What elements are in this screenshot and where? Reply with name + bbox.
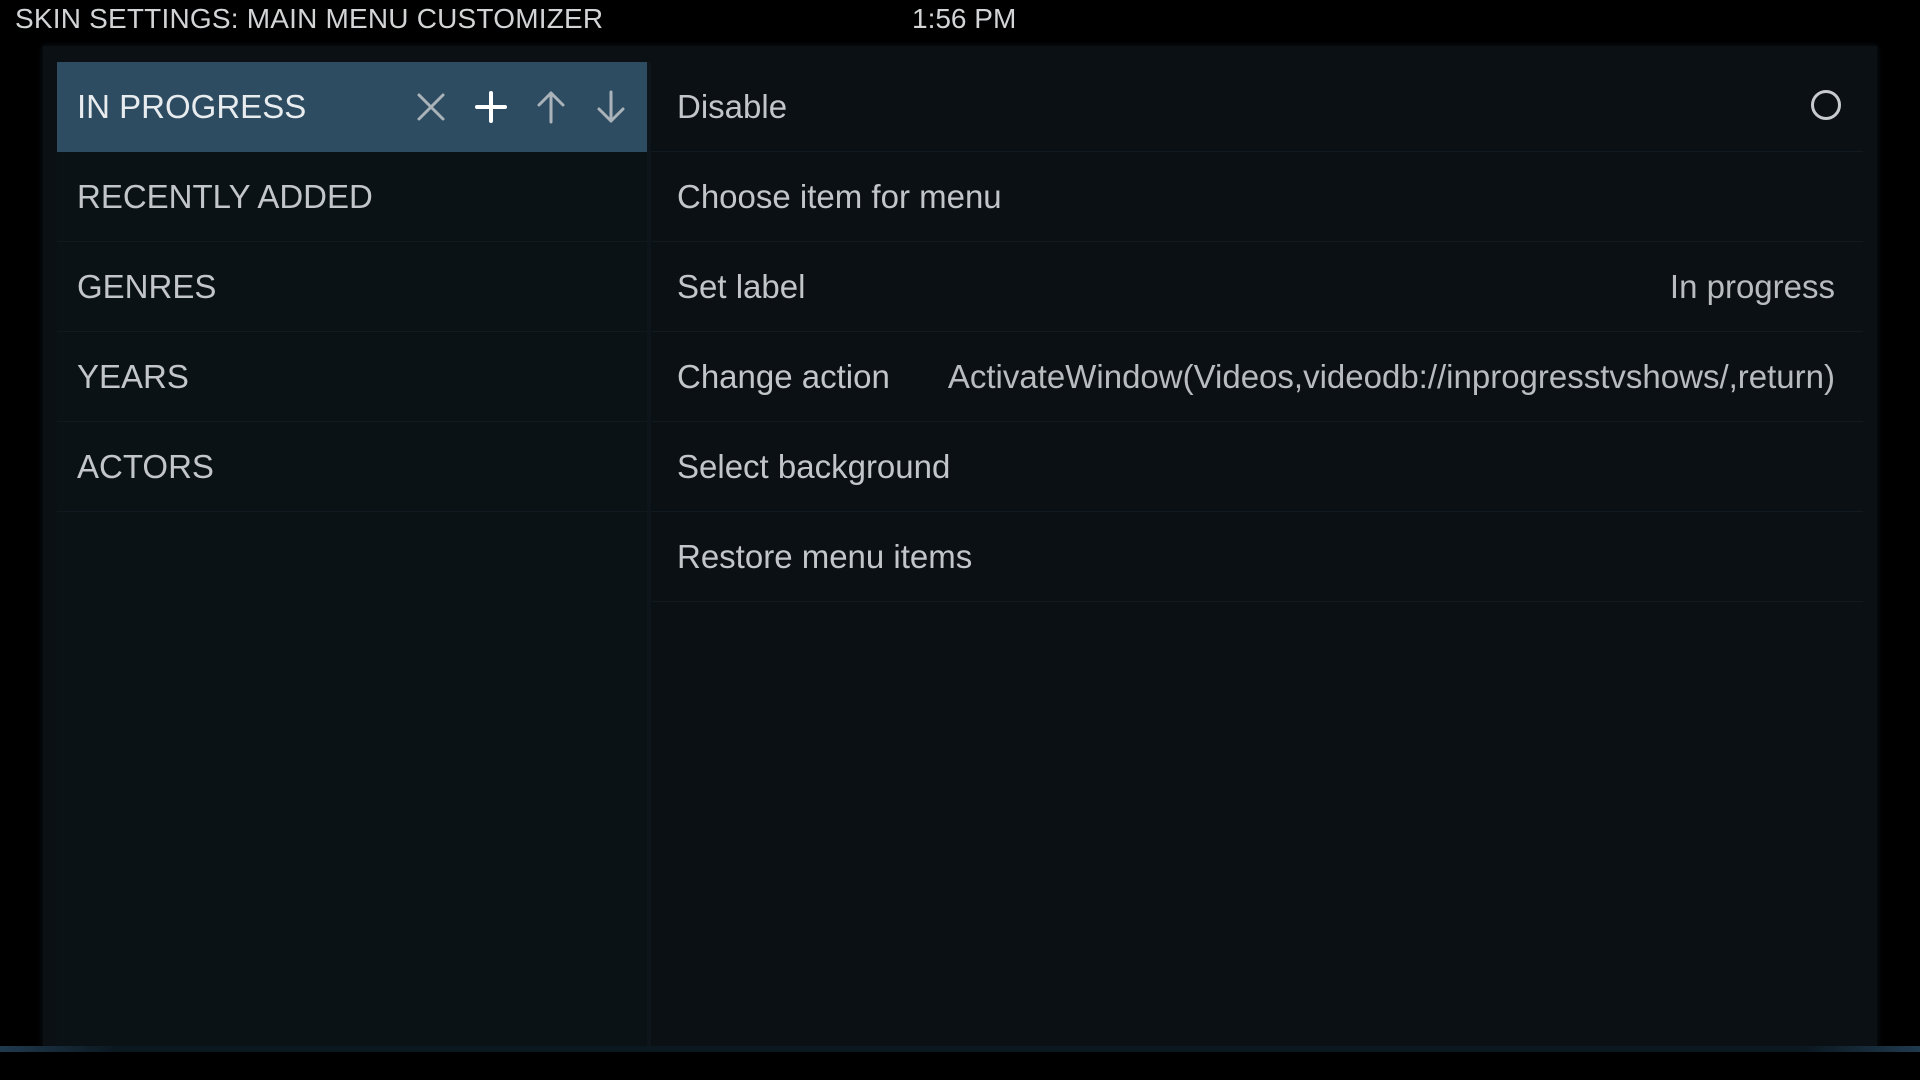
option-label: Select background: [677, 448, 951, 485]
disable-radio-icon[interactable]: [1811, 90, 1841, 120]
menu-item-recently-added[interactable]: RECENTLY ADDED: [57, 152, 647, 242]
menu-item-label: ACTORS: [77, 448, 214, 485]
add-item-button[interactable]: [461, 77, 521, 137]
close-icon: [417, 93, 445, 121]
option-label: Set label: [677, 268, 806, 305]
move-up-button[interactable]: [521, 77, 581, 137]
bottom-edge: [0, 1046, 1920, 1052]
arrow-up-icon: [537, 91, 565, 124]
menu-item-label: YEARS: [77, 358, 189, 395]
clock: 1:56 PM: [912, 3, 1017, 34]
options-list: Disable Choose item for menu Set label I…: [651, 62, 1863, 1048]
option-restore-items[interactable]: Restore menu items: [651, 512, 1863, 602]
option-label: Choose item for menu: [677, 178, 1002, 215]
remove-item-button[interactable]: [401, 77, 461, 137]
option-set-label[interactable]: Set label In progress: [651, 242, 1863, 332]
option-value: In progress: [1669, 268, 1835, 305]
arrow-down-icon: [597, 90, 625, 123]
option-label: Change action: [677, 358, 890, 395]
option-change-action[interactable]: Change action ActivateWindow(Videos,vide…: [651, 332, 1863, 422]
menu-item-list: IN PROGRESS RECENTLY ADDED GENRES YEARS …: [57, 62, 647, 1048]
option-select-background[interactable]: Select background: [651, 422, 1863, 512]
move-down-button[interactable]: [581, 77, 641, 137]
item-action-group: [401, 62, 641, 152]
option-label: Restore menu items: [677, 538, 973, 575]
option-label: Disable: [677, 88, 788, 125]
option-disable[interactable]: Disable: [651, 62, 1863, 152]
plus-icon: [475, 91, 507, 123]
menu-item-label: RECENTLY ADDED: [77, 178, 373, 215]
option-choose-item[interactable]: Choose item for menu: [651, 152, 1863, 242]
menu-item-years[interactable]: YEARS: [57, 332, 647, 422]
window-title: SKIN SETTINGS: MAIN MENU CUSTOMIZER: [15, 3, 604, 34]
menu-item-in-progress[interactable]: IN PROGRESS: [57, 62, 647, 152]
menu-item-actors[interactable]: ACTORS: [57, 422, 647, 512]
menu-item-genres[interactable]: GENRES: [57, 242, 647, 332]
menu-item-label: IN PROGRESS: [77, 88, 307, 125]
customizer-panel: IN PROGRESS RECENTLY ADDED GENRES YEARS …: [43, 46, 1877, 1048]
menu-item-label: GENRES: [77, 268, 217, 305]
option-value: ActivateWindow(Videos,videodb://inprogre…: [947, 358, 1835, 395]
top-bar: SKIN SETTINGS: MAIN MENU CUSTOMIZER 1:56…: [0, 0, 1920, 40]
